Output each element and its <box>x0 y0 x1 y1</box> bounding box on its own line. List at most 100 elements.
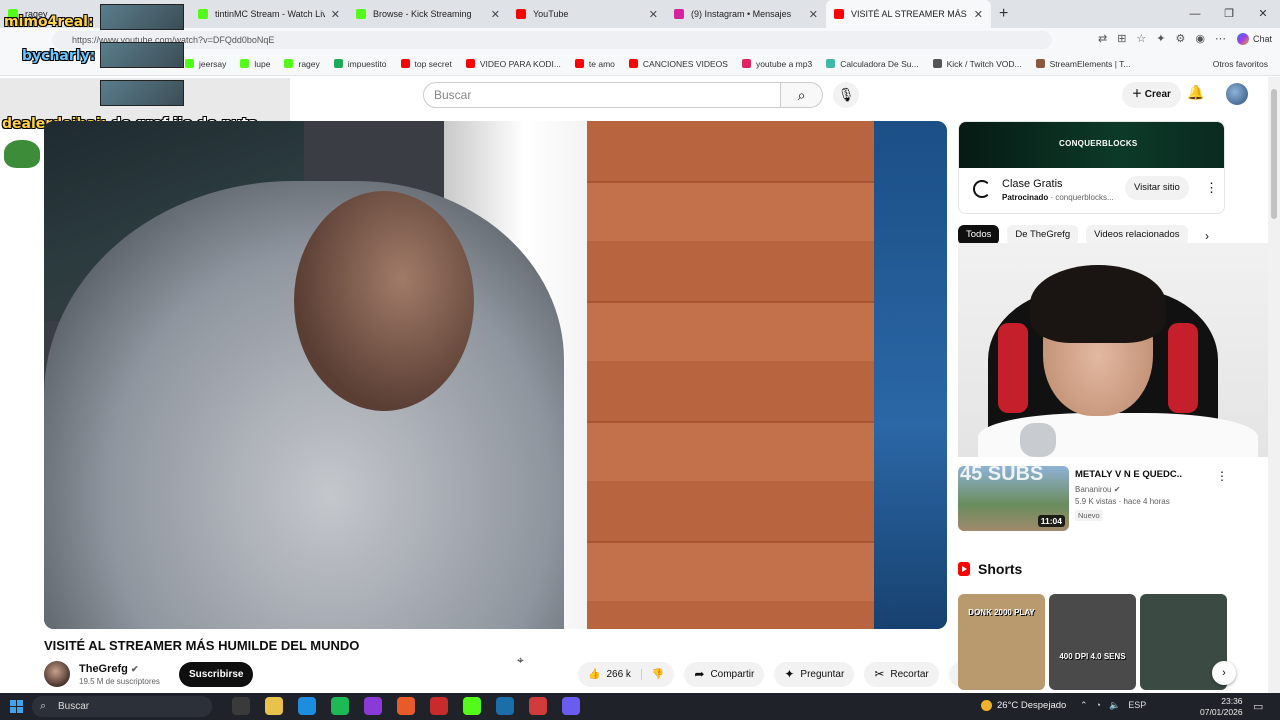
maximize-button[interactable]: ❐ <box>1212 0 1246 28</box>
chip-related[interactable]: Videos relacionados <box>1086 225 1188 245</box>
taskbar-app-icon[interactable] <box>265 697 283 715</box>
scissors-icon: ✂ <box>874 667 885 681</box>
kick-icon <box>198 9 208 19</box>
close-icon[interactable]: ✕ <box>173 8 182 21</box>
tab-title: tintinMC Stream - Watch Live <box>215 9 325 19</box>
chevron-up-icon[interactable]: ⌃ <box>1080 700 1088 711</box>
account-avatar[interactable] <box>1226 83 1248 105</box>
create-button[interactable]: ＋ Crear <box>1122 82 1181 108</box>
chat-label: Chat <box>1252 34 1272 44</box>
browser-tab-active[interactable]: VISITÉ AL STREAMER MÁS HU ✕ <box>826 0 991 28</box>
short-item[interactable]: 400 DPI 4.0 SENS <box>1049 594 1136 690</box>
clip-button[interactable]: ✂ Recortar <box>864 662 939 687</box>
close-icon[interactable]: ✕ <box>649 8 658 21</box>
bookmark-item[interactable]: lupe <box>240 59 270 69</box>
recommended-channel[interactable]: Bananirou ✔ <box>1075 485 1120 494</box>
visit-site-button[interactable]: Visitar sitio <box>1125 176 1189 200</box>
other-bookmarks[interactable]: Otros favoritos <box>1213 59 1268 69</box>
taskbar-apps <box>232 697 580 715</box>
short-item[interactable]: DONK 2000 PLAY <box>958 594 1045 690</box>
volume-icon[interactable]: 🔈 <box>1109 700 1120 711</box>
browser-tab[interactable]: (9) Instagram • Mensajes ✕ <box>666 0 826 28</box>
like-button[interactable]: 👍 266 k <box>578 669 642 680</box>
share-button[interactable]: ➦ Compartir <box>684 662 765 687</box>
bookmark-item[interactable]: jeersay <box>185 59 226 69</box>
close-icon[interactable]: ✕ <box>491 8 500 21</box>
bookmark-item[interactable]: VIDEO PARA KODI... <box>465 59 561 69</box>
translate-icon[interactable]: ⇄ <box>1098 32 1107 45</box>
apps-icon[interactable]: ⊞ <box>1117 32 1126 45</box>
bookmark-item[interactable]: StreamElements | T... <box>1035 59 1131 69</box>
bookmark-item[interactable]: impuestito <box>333 59 387 69</box>
sponsored-ad-card[interactable]: CONQUERBLOCKS Clase Gratis Patrocinado ·… <box>958 121 1225 214</box>
extensions-icon[interactable]: ✦ <box>1156 32 1165 45</box>
taskbar-app-icon[interactable] <box>496 697 514 715</box>
browser-tab[interactable]: tintinMC Stream - Watch Live ✕ <box>190 0 348 28</box>
profile-icon[interactable]: ◉ <box>1195 32 1205 45</box>
bookmark-item[interactable]: top secret <box>400 59 452 69</box>
bookmark-item[interactable]: te amo <box>574 59 615 69</box>
notifications-icon[interactable]: ▭ <box>1253 700 1263 713</box>
browser-tab[interactable]: YouTube ✕ <box>508 0 666 28</box>
settings-icon[interactable]: ⚙ <box>1176 32 1186 45</box>
taskbar-app-icon[interactable] <box>562 697 580 715</box>
taskbar-app-icon[interactable] <box>463 697 481 715</box>
browser-tab[interactable]: Browse - Kick Streaming ✕ <box>348 0 508 28</box>
close-icon[interactable]: ✕ <box>331 8 340 21</box>
bookmark-item[interactable]: Kick / Twitch VOD... <box>932 59 1022 69</box>
close-icon[interactable]: ✕ <box>809 8 818 21</box>
new-tab-button[interactable]: + <box>999 5 1008 23</box>
video-player[interactable] <box>44 121 947 629</box>
favorite-star-icon[interactable]: ☆ <box>1136 32 1146 45</box>
channel-avatar[interactable] <box>44 661 70 687</box>
bookmark-favicon-icon <box>185 59 194 68</box>
bookmark-item[interactable]: CANCIONES VIDEOS <box>628 59 728 69</box>
url-field[interactable]: https://www.youtube.com/watch?v=DFQdd0bo… <box>52 31 1052 49</box>
taskbar-clock[interactable]: 23:36 07/01/2026 <box>1200 696 1243 718</box>
browser-tab[interactable]: ragey ✕ <box>0 0 190 28</box>
chip-from-channel[interactable]: De TheGrefg <box>1007 225 1079 245</box>
ask-button[interactable]: ✦ Preguntar <box>774 662 855 687</box>
taskbar-weather[interactable]: 26°C Despejado <box>981 700 1066 711</box>
more-icon[interactable]: ⋮ <box>1216 469 1228 483</box>
recommended-title[interactable]: METALY V N E QUEDC.. <box>1075 469 1205 480</box>
shorts-next-button[interactable]: › <box>1212 661 1236 685</box>
language-indicator[interactable]: ESP <box>1128 700 1146 711</box>
bookmark-item[interactable]: Calculadora De Su... <box>826 59 919 69</box>
voice-search-button[interactable]: 🎙 <box>833 82 859 108</box>
search-input[interactable]: Buscar <box>423 82 781 108</box>
taskbar-app-icon[interactable] <box>430 697 448 715</box>
channel-name[interactable]: TheGrefg ✔ <box>79 663 139 675</box>
more-menu-icon[interactable]: ⋯ <box>1215 32 1226 45</box>
create-label: Crear <box>1144 89 1171 100</box>
subscribe-button[interactable]: Suscribirse <box>179 662 254 687</box>
close-window-button[interactable]: ✕ <box>1246 0 1280 28</box>
copilot-chat-button[interactable]: Chat <box>1236 33 1272 45</box>
chevron-right-icon[interactable]: › <box>1205 229 1209 243</box>
network-icon[interactable]: ◔ <box>1096 700 1101 711</box>
notifications-bell-icon[interactable]: 🔔 <box>1187 84 1204 101</box>
minimize-button[interactable]: — <box>1178 0 1212 28</box>
taskbar-search[interactable]: ⌕ Buscar <box>32 696 212 717</box>
dislike-button[interactable]: 👎 <box>642 669 674 680</box>
scrollbar-thumb[interactable] <box>1271 89 1277 219</box>
recommended-video[interactable]: 45 SUBS 11:04 METALY V N E QUEDC.. Banan… <box>958 466 1228 531</box>
ad-logo-icon <box>973 180 991 198</box>
video-title: VISITÉ AL STREAMER MÁS HUMILDE DEL MUNDO <box>44 638 360 653</box>
ad-more-icon[interactable]: ⋮ <box>1205 180 1218 196</box>
bookmark-item[interactable]: youtube a mp3 <box>741 59 812 69</box>
windows-start-icon[interactable] <box>10 700 23 713</box>
taskbar-app-icon[interactable] <box>298 697 316 715</box>
taskbar-app-icon[interactable] <box>232 697 250 715</box>
search-button[interactable]: ⌕ <box>781 82 823 108</box>
taskbar-app-icon[interactable] <box>364 697 382 715</box>
taskbar-app-icon[interactable] <box>397 697 415 715</box>
chip-all[interactable]: Todos <box>958 225 1000 245</box>
page-scrollbar[interactable] <box>1268 77 1280 693</box>
address-bar-row: https://www.youtube.com/watch?v=DFQdd0bo… <box>0 28 1280 52</box>
bookmark-item[interactable]: ragey <box>284 59 320 69</box>
recommended-thumbnail[interactable]: 45 SUBS 11:04 <box>958 466 1069 531</box>
close-icon[interactable]: ✕ <box>974 8 983 21</box>
taskbar-app-icon[interactable] <box>529 697 547 715</box>
taskbar-app-icon[interactable] <box>331 697 349 715</box>
